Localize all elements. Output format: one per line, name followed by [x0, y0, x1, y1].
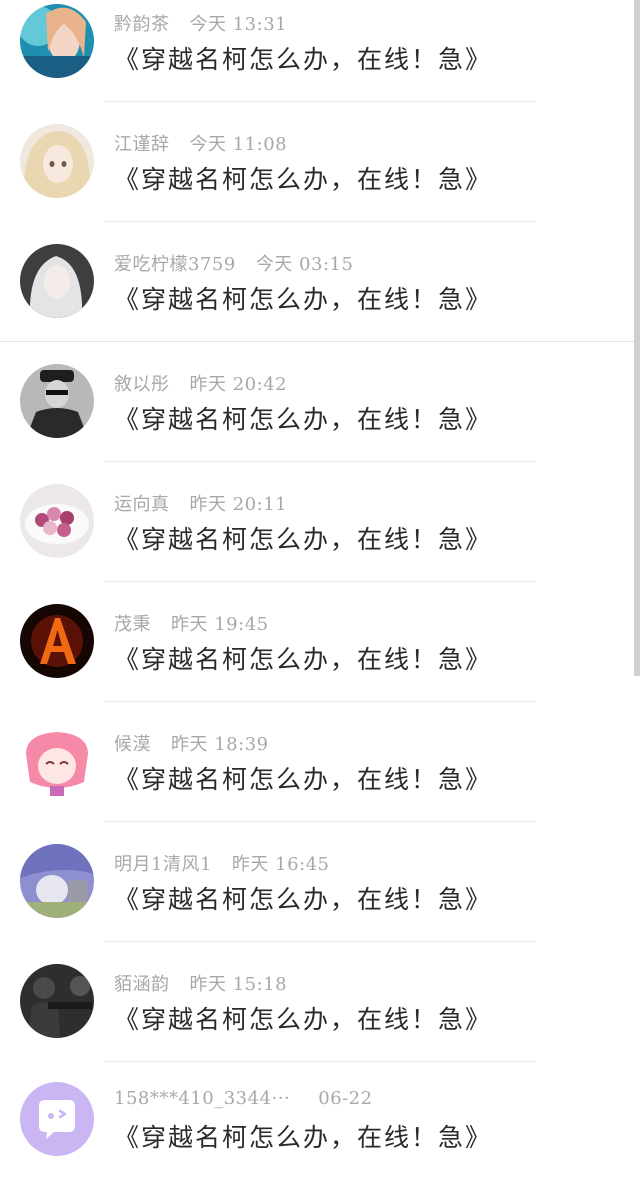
username[interactable]: 敘以彤 — [114, 374, 170, 395]
username[interactable]: 158***410_3344··· — [114, 1088, 290, 1109]
purple-cartoon-avatar[interactable] — [20, 844, 94, 918]
comment-text: 《穿越名柯怎么办，在线！急》 — [114, 885, 493, 914]
comment-meta: 明月1清风1 昨天 16:45 — [114, 850, 330, 878]
comment-item[interactable]: 貊涵韵 昨天 15:18 《穿越名柯怎么办，在线！急》 — [0, 960, 640, 1080]
comment-item[interactable]: 江谨辞 今天 11:08 《穿越名柯怎么办，在线！急》 — [0, 120, 640, 240]
comment-text: 《穿越名柯怎么办，在线！急》 — [114, 765, 493, 794]
comment-item[interactable]: 明月1清风1 昨天 16:45 《穿越名柯怎么办，在线！急》 — [0, 840, 640, 960]
comment-time: 今天 13:31 — [189, 14, 288, 35]
comment-meta: 候漠 昨天 18:39 — [114, 730, 269, 758]
comment-item[interactable]: 黔韵茶 今天 13:31 《穿越名柯怎么办，在线！急》 — [0, 0, 640, 120]
comment-text: 《穿越名柯怎么办，在线！急》 — [114, 1005, 493, 1034]
comment-item[interactable]: 运向真 昨天 20:11 《穿越名柯怎么办，在线！急》 — [0, 480, 640, 600]
comment-meta: 敘以彤 昨天 20:42 — [114, 370, 287, 398]
comment-meta: 运向真 昨天 20:11 — [114, 490, 287, 518]
comment-time: 昨天 19:45 — [171, 614, 269, 635]
comment-meta: 黔韵茶 今天 13:31 — [114, 10, 287, 38]
username[interactable]: 爱吃柠檬3759 — [114, 254, 236, 275]
comment-text: 《穿越名柯怎么办，在线！急》 — [114, 645, 493, 674]
comment-text: 《穿越名柯怎么办，在线！急》 — [114, 165, 493, 194]
comment-text: 《穿越名柯怎么办，在线！急》 — [114, 405, 493, 434]
comment-text: 《穿越名柯怎么办，在线！急》 — [114, 1123, 493, 1152]
divider — [104, 581, 536, 582]
comment-time: 昨天 18:39 — [171, 734, 269, 755]
pink-cartoon-avatar[interactable] — [20, 724, 94, 798]
divider — [104, 1061, 536, 1062]
comment-item[interactable]: 候漠 昨天 18:39 《穿越名柯怎么办，在线！急》 — [0, 720, 640, 840]
divider — [104, 461, 536, 462]
divider — [104, 221, 536, 222]
comment-meta: 茂秉 昨天 19:45 — [114, 610, 269, 638]
comment-time: 昨天 16:45 — [231, 854, 330, 875]
comment-time: 今天 11:08 — [189, 134, 288, 155]
comment-time: 昨天 15:18 — [189, 974, 288, 995]
sweets-avatar[interactable] — [20, 484, 94, 558]
comment-text: 《穿越名柯怎么办，在线！急》 — [114, 45, 493, 74]
divider — [104, 821, 536, 822]
white-hair-avatar[interactable] — [20, 244, 94, 318]
username[interactable]: 运向真 — [114, 494, 170, 515]
blonde-anime-avatar[interactable] — [20, 124, 94, 198]
default-chat-avatar[interactable] — [20, 1082, 94, 1156]
username[interactable]: 茂秉 — [114, 614, 151, 635]
comment-meta: 爱吃柠檬3759 今天 03:15 — [114, 250, 353, 278]
comment-item[interactable]: 爱吃柠檬3759 今天 03:15 《穿越名柯怎么办，在线！急》 — [0, 240, 640, 360]
username[interactable]: 黔韵茶 — [114, 14, 170, 35]
scrollbar[interactable] — [634, 0, 640, 676]
username[interactable]: 貊涵韵 — [114, 974, 170, 995]
username[interactable]: 江谨辞 — [114, 134, 170, 155]
comment-time: 昨天 20:11 — [189, 494, 288, 515]
comment-time: 06-22 — [318, 1088, 373, 1109]
divider — [104, 701, 536, 702]
teal-anime-avatar[interactable] — [20, 4, 94, 78]
section-divider — [0, 341, 640, 342]
username[interactable]: 候漠 — [114, 734, 151, 755]
comment-meta: 貊涵韵 昨天 15:18 — [114, 970, 287, 998]
bw-photo-avatar[interactable] — [20, 364, 94, 438]
comment-meta: 江谨辞 今天 11:08 — [114, 130, 287, 158]
comment-text: 《穿越名柯怎么办，在线！急》 — [114, 525, 493, 554]
divider — [104, 941, 536, 942]
game-soldier-avatar[interactable] — [20, 964, 94, 1038]
comment-item[interactable]: 茂秉 昨天 19:45 《穿越名柯怎么办，在线！急》 — [0, 600, 640, 720]
comment-meta: 158***410_3344··· 06-22 — [114, 1088, 373, 1116]
username[interactable]: 明月1清风1 — [114, 854, 212, 875]
comment-item[interactable]: 158***410_3344··· 06-22 《穿越名柯怎么办，在线！急》 — [0, 1080, 640, 1200]
fire-letter-a-avatar[interactable] — [20, 604, 94, 678]
comment-time: 今天 03:15 — [255, 254, 354, 275]
comment-text: 《穿越名柯怎么办，在线！急》 — [114, 285, 493, 314]
divider — [104, 101, 536, 102]
comment-time: 昨天 20:42 — [189, 374, 288, 395]
comment-item[interactable]: 敘以彤 昨天 20:42 《穿越名柯怎么办，在线！急》 — [0, 360, 640, 480]
